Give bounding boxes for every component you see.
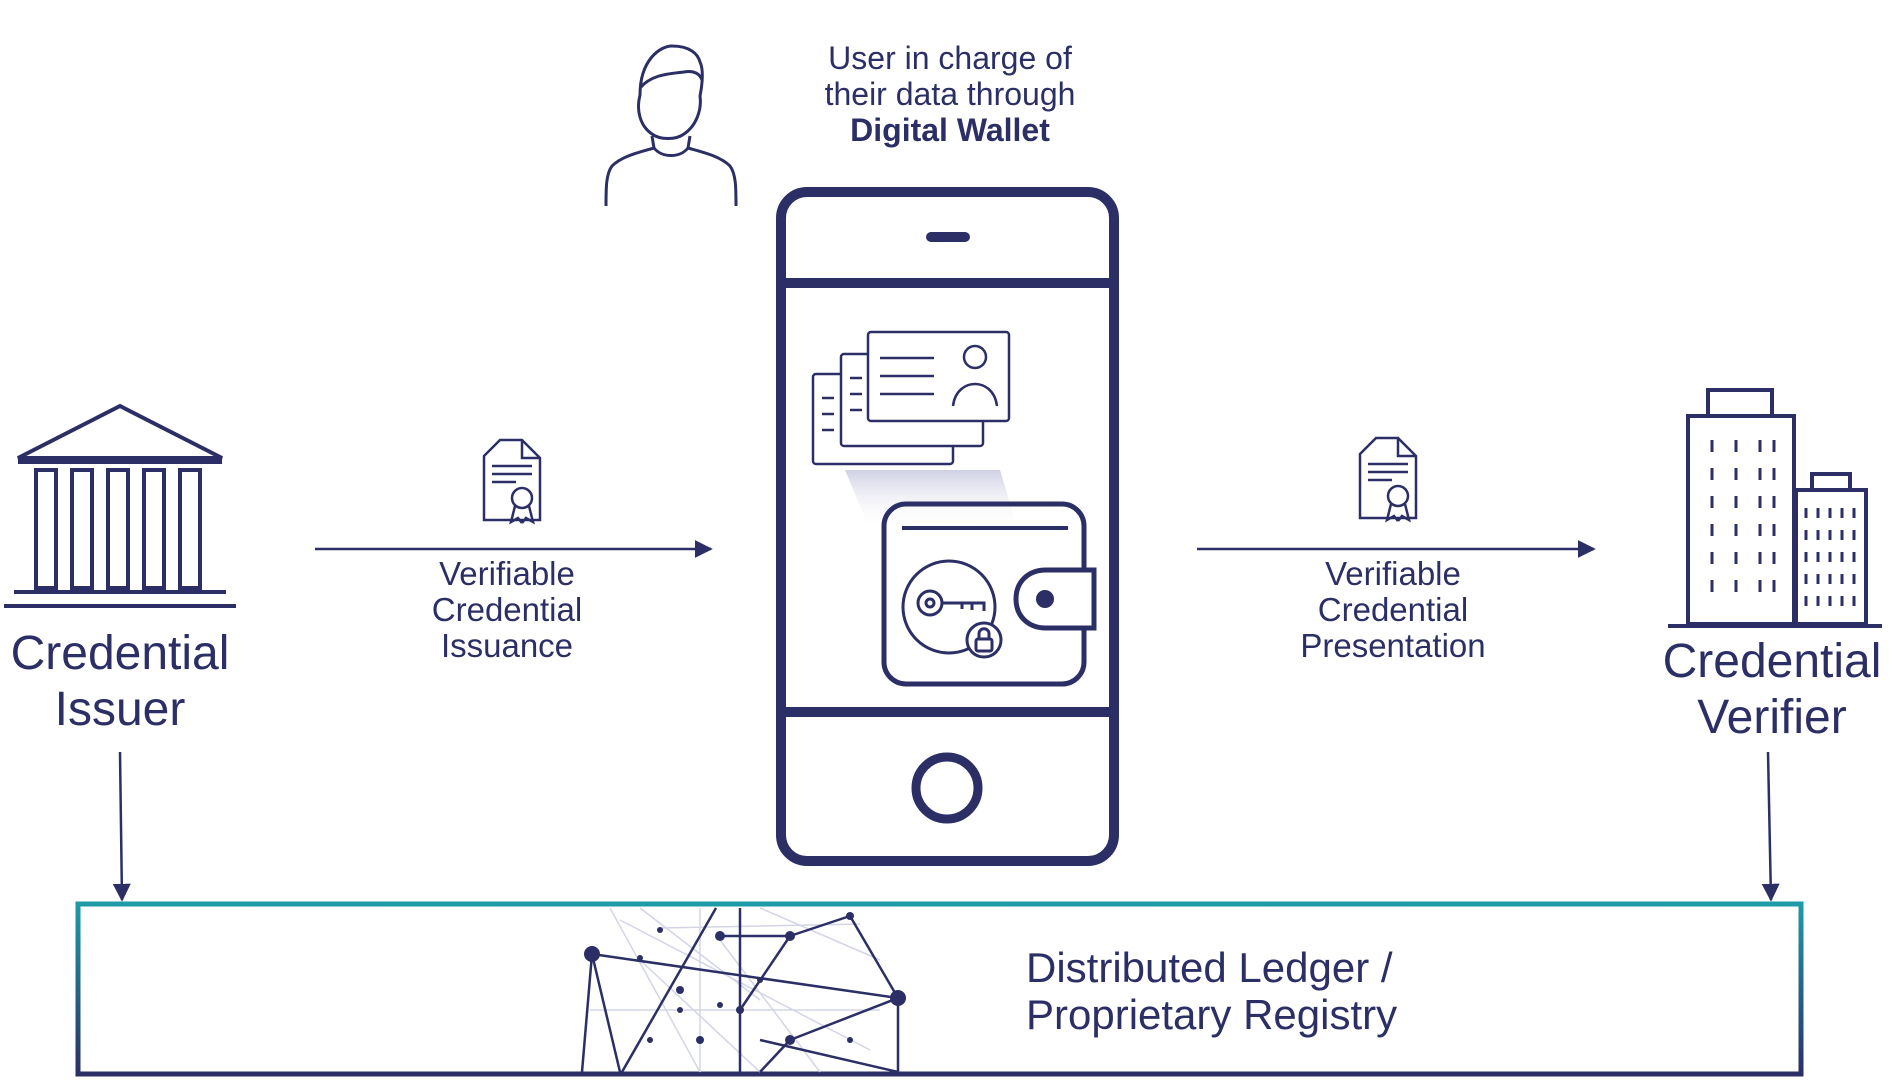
issuer-ledger-arrow (112, 751, 131, 902)
diagram-canvas (4, 44, 1882, 1077)
certificate-icon (482, 438, 542, 525)
user-caption-line-2: their data through (824, 76, 1076, 112)
lock-icon (965, 621, 1003, 659)
issuance-label: Verifiable Credential Issuance (387, 556, 627, 664)
issuer-label-line-1: Credential (10, 627, 230, 680)
user-caption: User in charge of their data through Dig… (790, 40, 1110, 148)
bank-building-icon (4, 403, 236, 608)
certificate-icon (1358, 436, 1418, 523)
verifier-label: Credential Verifier (1652, 634, 1892, 746)
verifier-ledger-arrow (1761, 751, 1780, 902)
issuance-label-line-2: Credential (431, 591, 583, 628)
office-buildings-icon (1668, 388, 1882, 628)
id-card-icon (811, 330, 1015, 530)
key-icon (916, 589, 986, 617)
user-caption-line-1: User in charge of (828, 40, 1072, 76)
issuer-label: Credential Issuer (0, 626, 240, 738)
verifier-label-line-1: Credential (1662, 635, 1882, 688)
user-caption-line-3: Digital Wallet (850, 112, 1050, 148)
user-icon (604, 44, 738, 207)
presentation-label-line-2: Credential (1317, 591, 1469, 628)
ledger-label-line-2: Proprietary Registry (1026, 991, 1398, 1039)
issuance-label-line-1: Verifiable (439, 555, 575, 592)
issuance-label-line-3: Issuance (440, 627, 574, 664)
presentation-label-line-1: Verifiable (1325, 555, 1461, 592)
presentation-label-line-3: Presentation (1300, 627, 1486, 664)
ledger-box (75, 901, 1804, 1077)
ledger-label-line-1: Distributed Ledger / (1026, 944, 1393, 991)
ledger-label: Distributed Ledger / Proprietary Registr… (1026, 944, 1446, 1038)
issuer-label-line-2: Issuer (54, 683, 186, 736)
presentation-label: Verifiable Credential Presentation (1263, 556, 1523, 664)
verifier-label-line-2: Verifier (1697, 691, 1847, 744)
